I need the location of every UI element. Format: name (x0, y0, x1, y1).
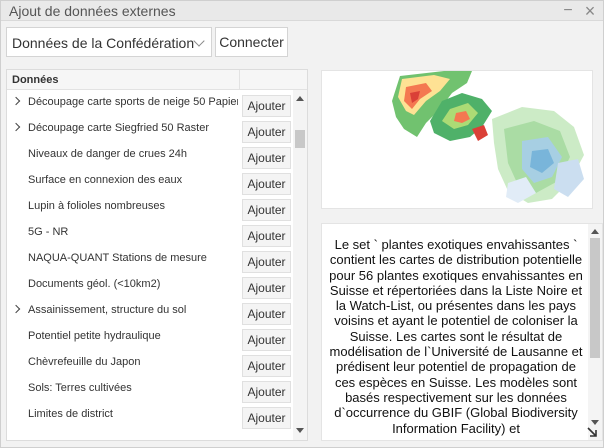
list-item[interactable]: Sols: Terres cultivées Ajouter (7, 377, 293, 403)
add-button[interactable]: Ajouter (242, 173, 291, 195)
add-button[interactable]: Ajouter (242, 147, 291, 169)
list-item-label: Surface en connexion des eaux (28, 174, 183, 186)
list-item[interactable]: Surface en connexion des eaux Ajouter (7, 169, 293, 195)
dialog-titlebar[interactable]: Ajout de données externes − × (1, 1, 603, 21)
scroll-up-arrow-icon[interactable] (591, 229, 599, 234)
data-source-value: Données de la Confédération (12, 35, 195, 51)
list-item-label: Lupin à folioles nombreuses (28, 200, 165, 212)
scroll-thumb[interactable] (590, 238, 600, 358)
layer-description-panel: Le set ` plantes exotiques envahissantes… (321, 223, 603, 441)
list-item[interactable]: Chèvrefeuille du Japon Ajouter (7, 351, 293, 377)
layer-description-text: Le set ` plantes exotiques envahissantes… (329, 237, 583, 436)
list-item-label: NAQUA-QUANT Stations de mesure (28, 252, 207, 264)
scroll-up-arrow-icon[interactable] (296, 96, 304, 101)
add-button[interactable]: Ajouter (242, 199, 291, 221)
list-item[interactable]: 5G - NR Ajouter (7, 221, 293, 247)
list-item-label: 5G - NR (28, 226, 69, 238)
add-button[interactable]: Ajouter (242, 121, 291, 143)
dialog-title: Ajout de données externes (9, 3, 176, 19)
add-button[interactable]: Ajouter (242, 355, 291, 377)
list-item[interactable]: Découpage carte sports de neige 50 Papie… (7, 91, 293, 117)
add-button[interactable]: Ajouter (242, 381, 291, 403)
list-item[interactable]: NAQUA-QUANT Stations de mesure Ajouter (7, 247, 293, 273)
list-item[interactable]: Niveaux de danger de crues 24h Ajouter (7, 143, 293, 169)
list-item[interactable]: Documents géol. (<10km2) Ajouter (7, 273, 293, 299)
add-button[interactable]: Ajouter (242, 95, 291, 117)
list-item[interactable]: Découpage carte Siegfried 50 Raster Ajout… (7, 117, 293, 143)
list-item[interactable]: Potentiel petite hydraulique Ajouter (7, 325, 293, 351)
chevron-right-icon[interactable] (11, 122, 21, 132)
data-list-panel: Données Découpage carte sports de neige … (6, 69, 308, 441)
resize-grip-icon[interactable] (585, 425, 599, 439)
list-item-label: Découpage carte Siegfried 50 Raster (28, 122, 209, 134)
list-item-label: Documents géol. (<10km2) (28, 278, 161, 290)
chevron-right-icon[interactable] (11, 304, 21, 314)
data-list-scrollbar[interactable] (293, 90, 307, 440)
list-item-label: Limites de district (28, 408, 113, 420)
description-scrollbar[interactable] (588, 224, 602, 440)
data-column-header: Données (12, 74, 59, 86)
list-item-label: Niveaux de danger de crues 24h (28, 148, 187, 160)
minimize-icon[interactable]: − (559, 1, 577, 21)
add-button[interactable]: Ajouter (242, 277, 291, 299)
add-button[interactable]: Ajouter (242, 329, 291, 351)
switzerland-distribution-map-image (392, 71, 584, 203)
add-button[interactable]: Ajouter (242, 407, 291, 429)
scroll-down-arrow-icon[interactable] (296, 428, 304, 433)
list-item[interactable]: Limites de district Ajouter (7, 403, 293, 429)
list-item[interactable]: Assainissement, structure du sol Ajouter (7, 299, 293, 325)
list-item[interactable]: Lupin à folioles nombreuses Ajouter (7, 195, 293, 221)
chevron-down-icon (193, 35, 205, 47)
scroll-thumb[interactable] (295, 130, 305, 148)
add-button[interactable]: Ajouter (242, 303, 291, 325)
list-item-label: Assainissement, structure du sol (28, 304, 187, 316)
list-item-label: Chèvrefeuille du Japon (28, 356, 141, 368)
map-preview-panel (321, 70, 593, 209)
add-external-data-dialog: Ajout de données externes − × Données de… (0, 0, 604, 448)
add-button[interactable]: Ajouter (242, 225, 291, 247)
data-source-select[interactable]: Données de la Confédération (6, 27, 212, 57)
connect-button[interactable]: Connecter (215, 27, 288, 57)
chevron-right-icon[interactable] (11, 96, 21, 106)
close-icon[interactable]: × (581, 1, 599, 21)
list-item-label: Découpage carte sports de neige 50 Papie… (28, 96, 238, 108)
list-item-label: Sols: Terres cultivées (28, 382, 132, 394)
list-item-label: Potentiel petite hydraulique (28, 330, 161, 342)
add-button[interactable]: Ajouter (242, 251, 291, 273)
data-list-header: Données (7, 70, 307, 90)
